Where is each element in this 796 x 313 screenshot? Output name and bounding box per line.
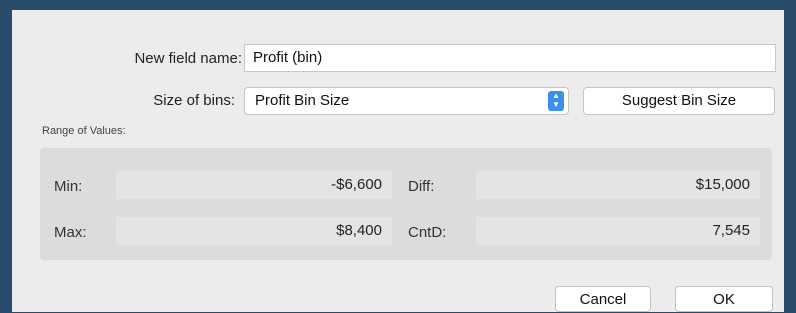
range-of-values-title: Range of Values: <box>42 125 126 137</box>
bin-size-select[interactable]: Profit Bin Size ▲ ▼ <box>244 87 569 115</box>
range-of-values-panel: Min: -$6,600 Diff: $15,000 Max: $8,400 C… <box>40 148 772 260</box>
max-label: Max: <box>54 224 87 241</box>
field-name-label: New field name: <box>134 50 242 67</box>
cancel-button[interactable]: Cancel <box>555 286 651 312</box>
ok-button[interactable]: OK <box>675 286 773 312</box>
min-label: Min: <box>54 178 83 195</box>
diff-value: $15,000 <box>476 171 760 199</box>
up-down-chevron-icon: ▲ ▼ <box>548 91 564 111</box>
max-value: $8,400 <box>116 217 392 245</box>
cntd-label: CntD: <box>408 224 447 241</box>
bin-size-select-value: Profit Bin Size <box>255 92 350 109</box>
suggest-bin-size-button[interactable]: Suggest Bin Size <box>583 87 775 115</box>
cntd-value: 7,545 <box>476 217 760 245</box>
diff-label: Diff: <box>408 178 435 195</box>
min-value: -$6,600 <box>116 171 392 199</box>
field-name-input[interactable]: Profit (bin) <box>244 44 776 72</box>
bin-size-label: Size of bins: <box>153 92 235 109</box>
create-bins-dialog: New field name: Profit (bin) Size of bin… <box>12 10 784 312</box>
